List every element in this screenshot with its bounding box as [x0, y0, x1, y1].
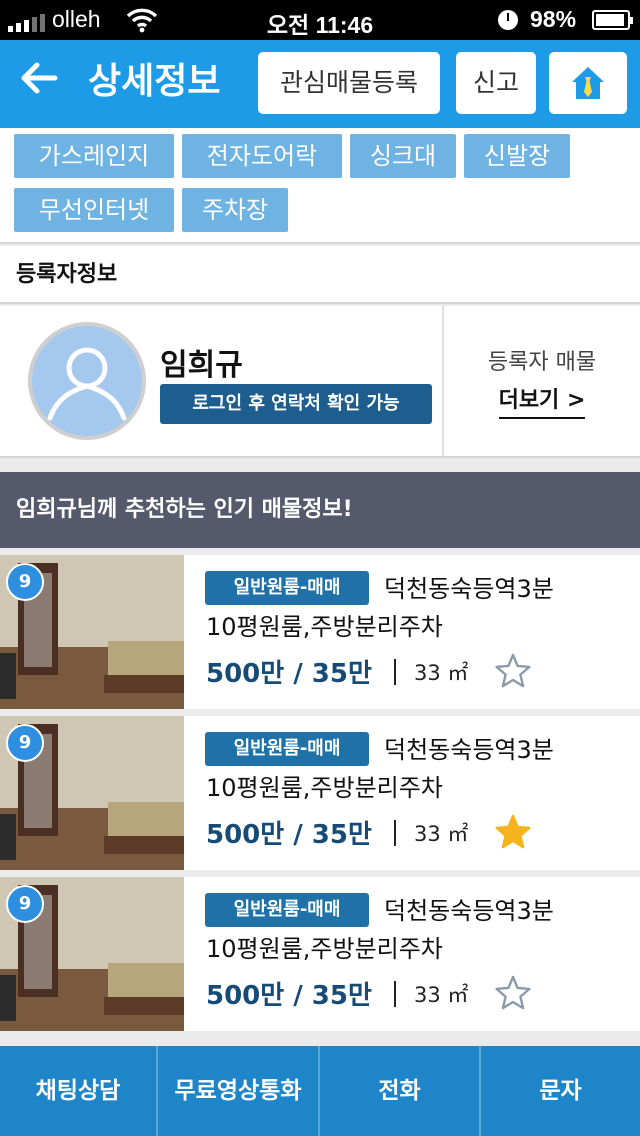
divider [442, 306, 444, 456]
listing-title-line2: 10평원룸,주방분리주차 [206, 613, 443, 641]
listing-title-line1: 덕천동숙등역3분 [384, 897, 554, 925]
listing-title-line2: 10평원룸,주방분리주차 [206, 774, 443, 802]
listing-type-badge: 일반원룸-매매 [205, 893, 369, 927]
bottom-action-bar: 채팅상담 무료영상통화 전화 문자 [0, 1046, 640, 1136]
video-call-button[interactable]: 무료영상통화 [158, 1046, 320, 1136]
star-icon[interactable] [494, 652, 532, 690]
battery-percent: 98% [530, 6, 577, 32]
listing-type-badge: 일반원룸-매매 [205, 732, 369, 766]
registrant-card: 임희규 로그인 후 연락처 확인 가능 등록자 매물 더보기 > [0, 306, 640, 458]
alarm-clock-icon [498, 10, 518, 30]
listing-item[interactable]: 9 일반원룸-매매 덕천동숙등역3분 10평원룸,주방분리주차 500만 / 3… [0, 716, 640, 870]
login-required-notice[interactable]: 로그인 후 연락처 확인 가능 [160, 384, 432, 424]
star-icon[interactable] [494, 974, 532, 1012]
chat-consult-button[interactable]: 채팅상담 [0, 1046, 158, 1136]
registrant-section-title: 등록자정보 [0, 246, 640, 304]
phone-call-button[interactable]: 전화 [320, 1046, 481, 1136]
listing-item[interactable]: 9 일반원룸-매매 덕천동숙등역3분 10평원룸,주방분리주차 500만 / 3… [0, 555, 640, 709]
divider [394, 659, 396, 685]
more-listings-link[interactable]: 더보기 > [444, 382, 640, 419]
text-message-button[interactable]: 문자 [481, 1046, 640, 1136]
listing-type-badge: 일반원룸-매매 [205, 571, 369, 605]
option-tag: 주차장 [182, 188, 288, 232]
divider [394, 820, 396, 846]
listing-area: 33 ㎡ [414, 661, 469, 685]
add-favorite-button[interactable]: 관심매물등록 [258, 52, 440, 114]
listing-price: 500만 / 35만 [206, 659, 372, 689]
option-tag: 신발장 [464, 134, 570, 178]
option-tag: 전자도어락 [182, 134, 342, 178]
registrant-name: 임희규 [160, 348, 243, 383]
user-avatar-icon [47, 347, 127, 421]
listing-number-badge: 9 [6, 563, 44, 601]
option-tag: 가스레인지 [14, 134, 174, 178]
home-button[interactable] [549, 52, 627, 114]
listing-item[interactable]: 9 일반원룸-매매 덕천동숙등역3분 10평원룸,주방분리주차 500만 / 3… [0, 877, 640, 1031]
listing-title-line2: 10평원룸,주방분리주차 [206, 935, 443, 963]
star-icon[interactable] [494, 813, 532, 851]
listing-title-line1: 덕천동숙등역3분 [384, 575, 554, 603]
listing-number-badge: 9 [6, 885, 44, 923]
app-header: 상세정보 관심매물등록 신고 [0, 40, 640, 128]
back-button[interactable] [14, 60, 64, 104]
listing-price: 500만 / 35만 [206, 981, 372, 1011]
recommend-title: 임희규님께 추천하는 인기 매물정보! [0, 472, 640, 548]
listing-number-badge: 9 [6, 724, 44, 762]
registrant-listings-label: 등록자 매물 [487, 350, 597, 375]
avatar [28, 322, 146, 440]
back-arrow-icon [21, 62, 58, 94]
options-section: 가스레인지 전자도어락 싱크대 신발장 무선인터넷 주차장 [0, 128, 640, 244]
listing-price: 500만 / 35만 [206, 820, 372, 850]
status-bar: olleh 오전 11:46 98% [0, 0, 640, 40]
listing-area: 33 ㎡ [414, 822, 469, 846]
more-listings-text: 더보기 > [498, 388, 586, 419]
divider [394, 981, 396, 1007]
option-tag: 무선인터넷 [14, 188, 174, 232]
battery-icon [592, 10, 633, 30]
listing-title-line1: 덕천동숙등역3분 [384, 736, 554, 764]
listing-area: 33 ㎡ [414, 983, 469, 1007]
report-button[interactable]: 신고 [456, 52, 536, 114]
house-icon [572, 67, 604, 99]
option-tag: 싱크대 [350, 134, 456, 178]
page-title: 상세정보 [88, 61, 221, 102]
